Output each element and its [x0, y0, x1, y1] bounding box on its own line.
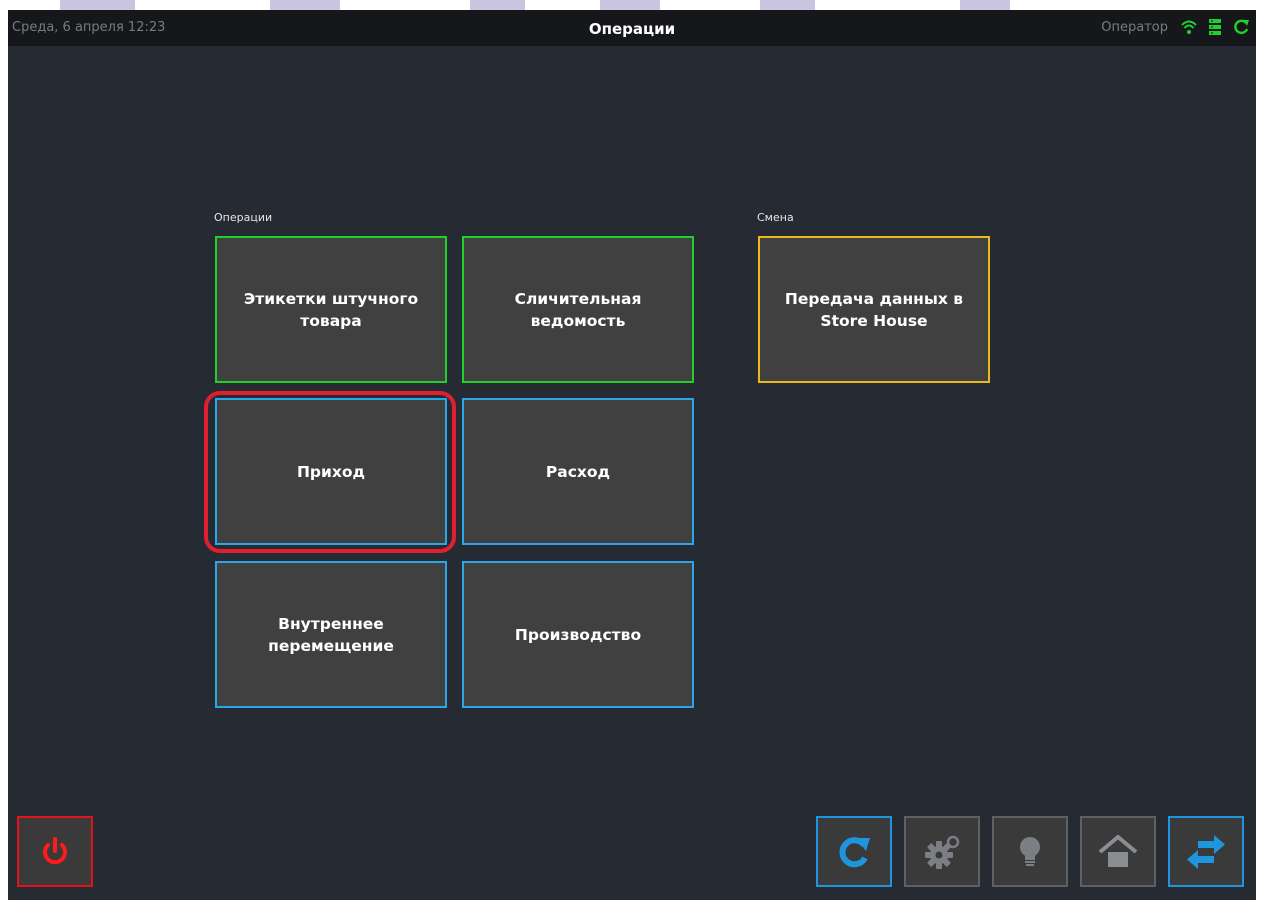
section-label-operations: Операции [214, 211, 273, 224]
tile-label: Этикетки штучного товара [243, 289, 419, 330]
home-icon [1096, 832, 1140, 872]
tile-label: Производство [514, 625, 642, 644]
tile-data-transfer-store-house[interactable]: Передача данных в Store House [758, 236, 990, 383]
tile-piece-labels[interactable]: Этикетки штучного товара [215, 236, 447, 383]
tile-label: Расход [545, 462, 611, 481]
tile-production[interactable]: Производство [462, 561, 694, 708]
tile-comparison-sheet[interactable]: Сличительная ведомость [462, 236, 694, 383]
settings-button[interactable] [904, 816, 980, 887]
sync-icon [1232, 18, 1250, 36]
tile-internal-transfer[interactable]: Внутреннее перемещение [215, 561, 447, 708]
status-indicators: Оператор [1101, 18, 1250, 36]
status-bar: Среда, 6 апреля 12:23 Операции Оператор [8, 10, 1256, 46]
tile-expense[interactable]: Расход [462, 398, 694, 545]
tile-label: Сличительная ведомость [514, 289, 642, 330]
app-screen: Среда, 6 апреля 12:23 Операции Оператор [8, 10, 1256, 900]
refresh-icon [834, 832, 874, 872]
switch-button[interactable] [1168, 816, 1244, 887]
tile-label: Внутреннее перемещение [268, 614, 394, 655]
refresh-button[interactable] [816, 816, 892, 887]
power-button[interactable] [17, 816, 93, 887]
page-title: Операции [588, 20, 676, 38]
section-label-shift: Смена [757, 211, 794, 224]
settings-gears-icon [922, 832, 962, 872]
background-decoration [0, 0, 1261, 10]
wifi-icon [1180, 18, 1198, 36]
lightbulb-button[interactable] [992, 816, 1068, 887]
power-icon [37, 834, 73, 870]
tile-receipt[interactable]: Приход [215, 398, 447, 545]
tile-label: Приход [296, 462, 366, 481]
swap-arrows-icon [1184, 832, 1228, 872]
operator-name: Оператор [1101, 19, 1168, 35]
tile-label: Передача данных в Store House [784, 289, 964, 330]
server-icon [1206, 18, 1224, 36]
home-button[interactable] [1080, 816, 1156, 887]
lightbulb-icon [1010, 832, 1050, 872]
